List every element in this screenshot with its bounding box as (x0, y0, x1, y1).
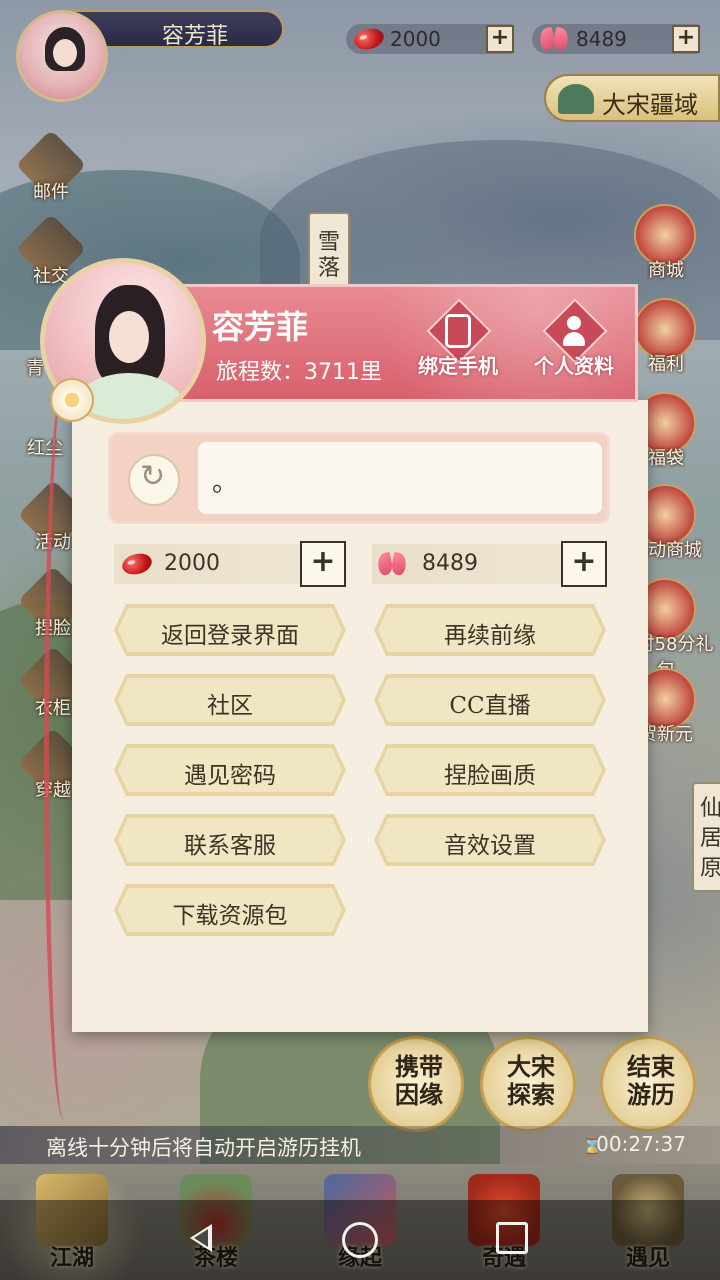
snow-location-label: 雪落 (318, 230, 341, 281)
player-name: 容芳菲 (162, 24, 229, 49)
shop-button[interactable]: 商城 (630, 204, 700, 281)
end-travel-button[interactable]: 结束游历 (600, 1036, 696, 1132)
profile-bean-count: 2000 (164, 551, 220, 576)
decorative-rope (44, 380, 84, 1120)
explore-label: 大宋探索 (507, 1052, 555, 1109)
face-quality-label: 捏脸画质 (444, 763, 536, 789)
personal-info-label: 个人资料 (534, 354, 614, 378)
carry-fate-label: 携带因缘 (395, 1052, 443, 1109)
download-resources-button[interactable]: 下载资源包 (114, 884, 346, 936)
plum-flower-icon (50, 378, 94, 422)
download-resources-label: 下载资源包 (172, 903, 288, 929)
mail-label: 邮件 (33, 182, 69, 203)
region-button-label: 大宋疆域 (602, 91, 698, 119)
hourglass-icon: ⌛ (582, 1136, 602, 1155)
system-nav-bar (0, 1200, 720, 1280)
face-quality-button[interactable]: 捏脸画质 (374, 744, 606, 796)
return-login-button[interactable]: 返回登录界面 (114, 604, 346, 656)
profile-add-butterflies-button[interactable]: + (561, 541, 607, 587)
meet-code-label: 遇见密码 (184, 763, 276, 789)
profile-add-beans-button[interactable]: + (300, 541, 346, 587)
back-icon[interactable] (188, 1222, 214, 1254)
mail-button[interactable]: 邮件 (15, 129, 87, 203)
bind-phone-button[interactable]: 绑定手机 (410, 298, 506, 386)
personal-info-button[interactable]: 个人资料 (526, 298, 622, 386)
profile-name: 容芳菲 (212, 308, 309, 346)
add-butterflies-button[interactable]: + (672, 25, 700, 53)
bean-currency: 2000 + (346, 24, 514, 54)
return-login-label: 返回登录界面 (161, 623, 299, 649)
carry-fate-button[interactable]: 携带因缘 (368, 1036, 464, 1132)
red-bean-icon (119, 550, 155, 578)
add-beans-button[interactable]: + (486, 25, 514, 53)
explore-button[interactable]: 大宋探索 (480, 1036, 576, 1132)
welfare-button[interactable]: 福利 (630, 298, 700, 375)
profile-butterfly-count: 8489 (422, 551, 478, 576)
community-button[interactable]: 社区 (114, 674, 346, 726)
butterfly-icon (540, 26, 570, 52)
continue-fate-label: 再续前缘 (444, 623, 536, 649)
phone-icon (445, 314, 471, 348)
shop-label: 商城 (648, 260, 684, 281)
immortal-location-label: 仙居原 (700, 796, 720, 881)
person-icon (561, 314, 587, 348)
contact-support-button[interactable]: 联系客服 (114, 814, 346, 866)
idle-tip-text: 离线十分钟后将自动开启游历挂机 (46, 1136, 361, 1160)
travel-timer: 00:27:37 (596, 1132, 686, 1156)
butterfly-count: 8489 (576, 27, 627, 51)
cc-live-label: CC直播 (449, 693, 531, 719)
butterfly-currency: 8489 + (532, 24, 700, 54)
journey-distance: 旅程数：3711里 (216, 360, 382, 385)
butterfly-icon (378, 551, 408, 577)
signature-text: 。 (212, 468, 239, 498)
sound-settings-button[interactable]: 音效设置 (374, 814, 606, 866)
refresh-icon[interactable] (128, 454, 180, 506)
home-icon[interactable] (342, 1222, 378, 1258)
idle-tip-bar: 离线十分钟后将自动开启游历挂机 ⌛ 00:27:37 (0, 1126, 720, 1164)
bind-phone-label: 绑定手机 (418, 354, 498, 378)
contact-support-label: 联系客服 (184, 833, 276, 859)
player-avatar[interactable] (16, 10, 108, 102)
sound-settings-label: 音效设置 (444, 833, 536, 859)
cc-live-button[interactable]: CC直播 (374, 674, 606, 726)
recent-apps-icon[interactable] (496, 1222, 528, 1254)
red-bean-icon (351, 25, 387, 53)
bean-count: 2000 (390, 27, 441, 51)
mountain-icon (558, 84, 594, 114)
signature-input[interactable]: 。 (198, 442, 602, 514)
continue-fate-button[interactable]: 再续前缘 (374, 604, 606, 656)
region-button[interactable]: 大宋疆域 (544, 74, 720, 122)
end-travel-label: 结束游历 (627, 1052, 675, 1109)
community-label: 社区 (207, 693, 253, 719)
immortal-location-tag[interactable]: 仙居原 (692, 782, 720, 892)
meet-code-button[interactable]: 遇见密码 (114, 744, 346, 796)
snow-location-tag[interactable]: 雪落 (308, 212, 350, 292)
